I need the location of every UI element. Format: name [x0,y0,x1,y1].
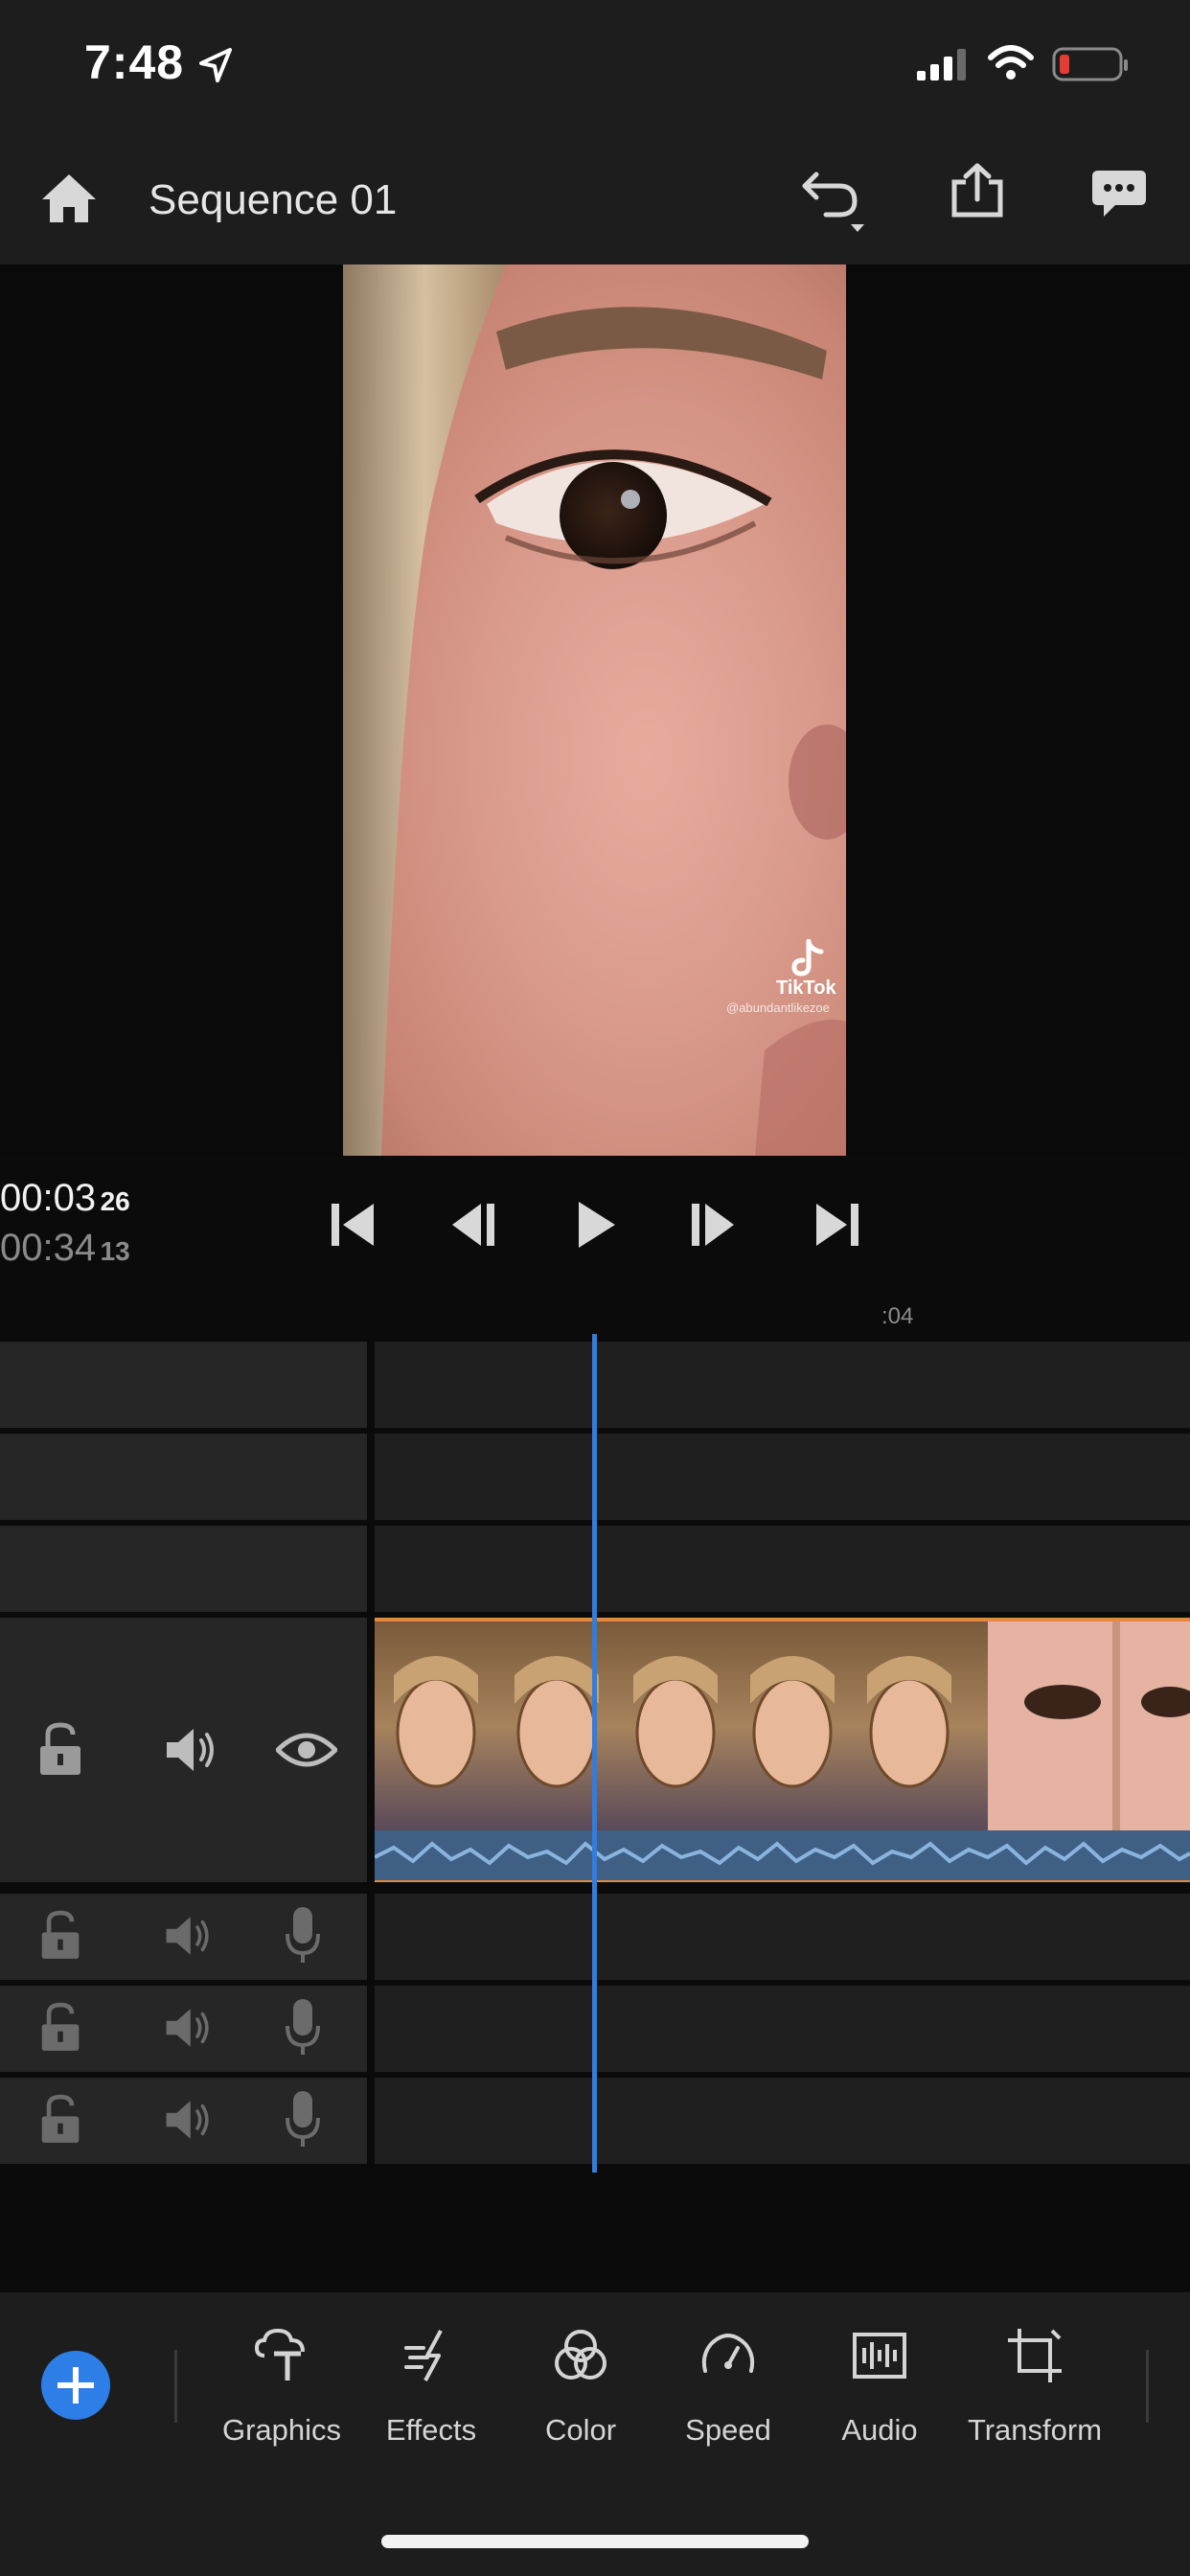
share-icon[interactable] [949,163,1006,220]
audio-track-body-a1[interactable] [375,1894,1190,1980]
current-timecode: 00:03 26 [0,1177,130,1220]
microphone-icon[interactable] [284,1905,322,1966]
current-time-frames: 26 [100,1186,130,1216]
audio-icon [853,2333,906,2379]
track-body-v1[interactable] [375,1526,1190,1612]
unlock-icon[interactable] [36,1721,84,1779]
toolbar-divider [174,2350,177,2423]
track-header-v3[interactable] [0,1342,367,1428]
tool-audio[interactable]: Audio [803,2319,956,2447]
current-time-main: 00:03 [0,1177,97,1219]
play-icon[interactable] [569,1198,623,1252]
clip-thumbnails [374,1622,1190,1880]
tool-graphics[interactable]: Graphics [205,2319,358,2447]
time-ruler-label: :04 [881,1303,914,1329]
step-back-icon[interactable] [446,1198,500,1252]
unlock-icon[interactable] [38,2001,82,2055]
speed-icon [701,2334,755,2373]
unlock-icon[interactable] [38,2093,82,2147]
tool-effects[interactable]: Effects [355,2319,508,2447]
home-icon[interactable] [38,171,100,226]
duration-frames: 13 [100,1236,130,1266]
tool-speed[interactable]: Speed [652,2319,805,2447]
track-header-v1[interactable] [0,1526,367,1612]
track-body-v2[interactable] [375,1434,1190,1520]
unlock-icon[interactable] [38,1909,82,1963]
duration-timecode: 00:34 13 [0,1227,130,1270]
video-preview-frame[interactable] [343,264,846,1156]
location-arrow-icon [199,48,232,82]
tiktok-watermark-brand: TikTok [776,978,836,999]
speaker-icon[interactable] [163,1725,220,1775]
audio-track-body-a2[interactable] [375,1986,1190,2072]
color-icon [555,2330,606,2380]
video-clip[interactable] [374,1618,1190,1882]
track-header-v2[interactable] [0,1434,367,1520]
eye-icon[interactable] [276,1729,337,1771]
tool-transform[interactable]: Transform [958,2319,1111,2447]
microphone-icon[interactable] [284,1997,322,2058]
add-media-button[interactable] [40,2350,111,2421]
preview-face-image [343,264,846,1156]
undo-icon[interactable] [797,165,870,234]
speaker-icon[interactable] [163,2097,215,2143]
tiktok-logo-icon [791,939,824,977]
duration-main: 00:34 [0,1227,97,1269]
graphics-icon [254,2328,305,2380]
wifi-icon [988,45,1034,80]
tiktok-watermark-user: @abundantlikezoe [726,1000,830,1015]
microphone-icon[interactable] [284,2089,322,2150]
speaker-icon[interactable] [163,1913,215,1959]
tool-label: Graphics [221,2413,342,2447]
toolbar-divider [1146,2350,1149,2423]
cellular-signal-icon [917,49,966,80]
speaker-icon[interactable] [163,2005,215,2051]
tool-label: Effects [385,2413,477,2447]
tool-label: Transform [967,2413,1103,2447]
track-body-v3[interactable] [375,1342,1190,1428]
feedback-icon[interactable] [1090,169,1148,222]
tool-label: Color [544,2413,617,2447]
effects-icon [404,2330,443,2381]
go-to-end-icon[interactable] [811,1198,864,1252]
go-to-start-icon[interactable] [326,1198,379,1252]
tool-label: Speed [685,2413,771,2447]
playhead[interactable] [592,1334,597,2173]
tool-label: Audio [841,2413,918,2447]
tool-color[interactable]: Color [504,2319,657,2447]
sequence-title[interactable]: Sequence 01 [149,176,397,224]
audio-track-body-a3[interactable] [375,2078,1190,2164]
transform-icon [1008,2329,1062,2382]
step-forward-icon[interactable] [686,1198,740,1252]
home-indicator [381,2535,809,2548]
battery-low-icon [1052,47,1128,81]
status-time: 7:48 [84,35,185,89]
